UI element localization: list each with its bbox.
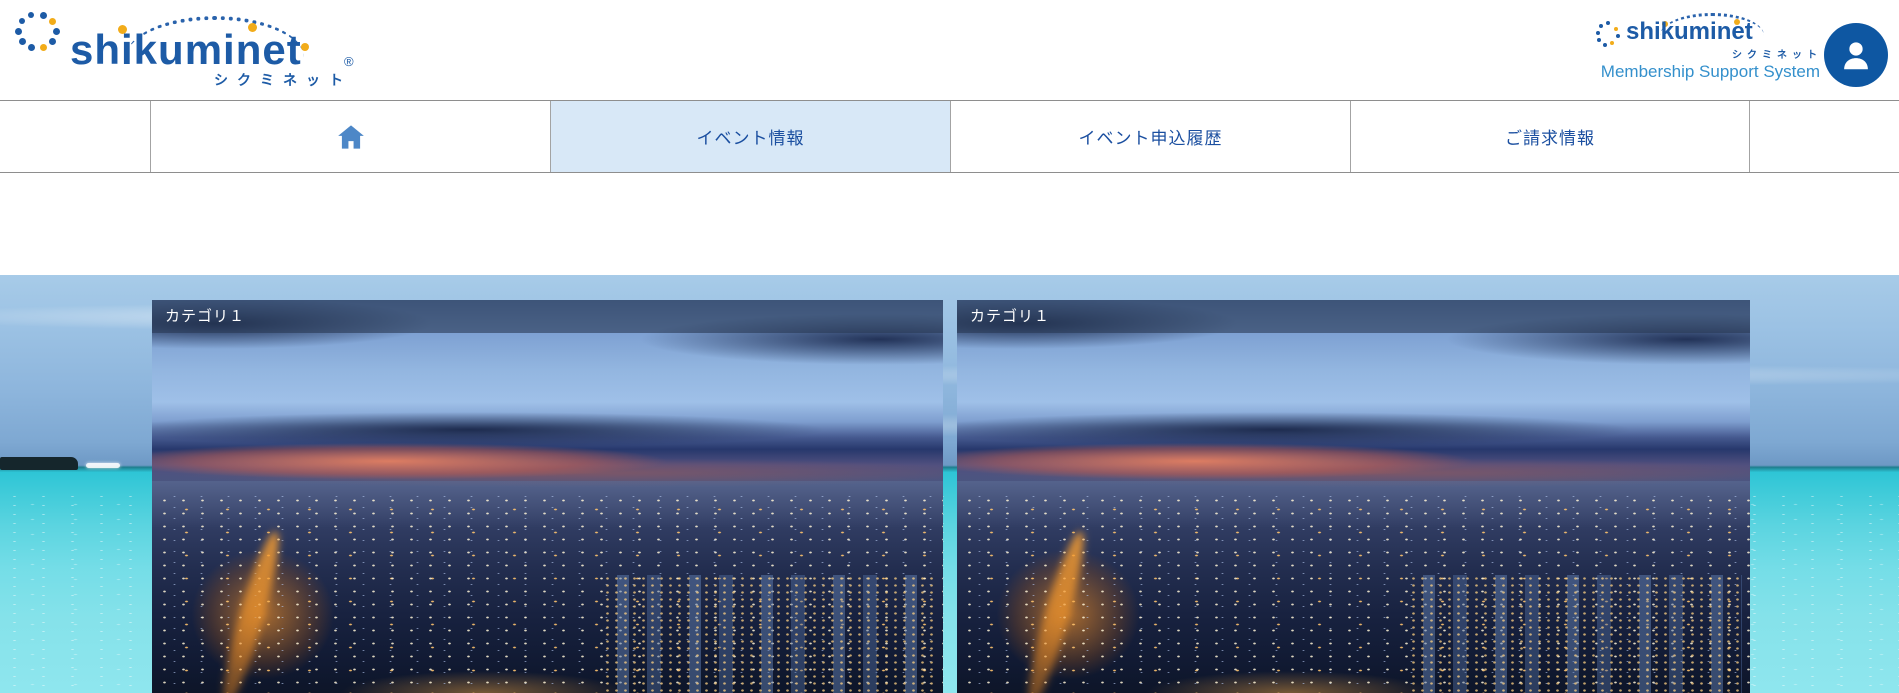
brand-katakana: シクミネット <box>1732 46 1822 61</box>
brand-logo-small: shikuminet シクミネット <box>1596 12 1826 64</box>
home-icon <box>337 124 365 150</box>
filter-bar: イベント種別 全ての開催場所 全ての日程 <box>0 173 1899 275</box>
user-avatar[interactable] <box>1824 23 1888 87</box>
tab-event-application-history[interactable]: イベント申込履歴 <box>950 101 1350 172</box>
registered-mark: ® <box>344 54 354 69</box>
main-nav: イベント情報 イベント申込履歴 ご請求情報 <box>0 100 1899 173</box>
app-window: shikuminet ® シクミネット shikuminet シクミネット Me… <box>0 0 1899 693</box>
tab-billing-info[interactable]: ご請求情報 <box>1350 101 1750 172</box>
tab-label: イベント申込履歴 <box>1079 124 1223 149</box>
tab-label: ご請求情報 <box>1505 124 1595 149</box>
brand-katakana: シクミネット <box>214 70 352 90</box>
brand-wordmark: shikuminet <box>1626 18 1753 46</box>
category-badge: カテゴリ１ <box>957 300 1750 333</box>
content-area: カテゴリ１ カテゴリ１ <box>0 275 1899 693</box>
tab-label: イベント情報 <box>697 124 805 149</box>
logo-accent-dot-icon <box>301 43 309 51</box>
tab-event-info[interactable]: イベント情報 <box>550 101 950 172</box>
event-photo <box>152 300 943 693</box>
brand-logo[interactable]: shikuminet ® シクミネット <box>14 10 384 92</box>
event-card[interactable]: カテゴリ１ <box>957 300 1750 693</box>
brand-wordmark: shikuminet <box>70 26 302 74</box>
user-icon <box>1837 36 1875 74</box>
category-badge: カテゴリ１ <box>152 300 943 333</box>
system-tagline: Membership Support System <box>1585 62 1820 82</box>
background-rock <box>0 457 78 470</box>
background-wave <box>86 463 120 468</box>
event-photo <box>957 300 1750 693</box>
header: shikuminet ® シクミネット shikuminet シクミネット Me… <box>0 0 1899 100</box>
tab-home[interactable] <box>150 101 550 172</box>
event-card[interactable]: カテゴリ１ <box>152 300 943 693</box>
